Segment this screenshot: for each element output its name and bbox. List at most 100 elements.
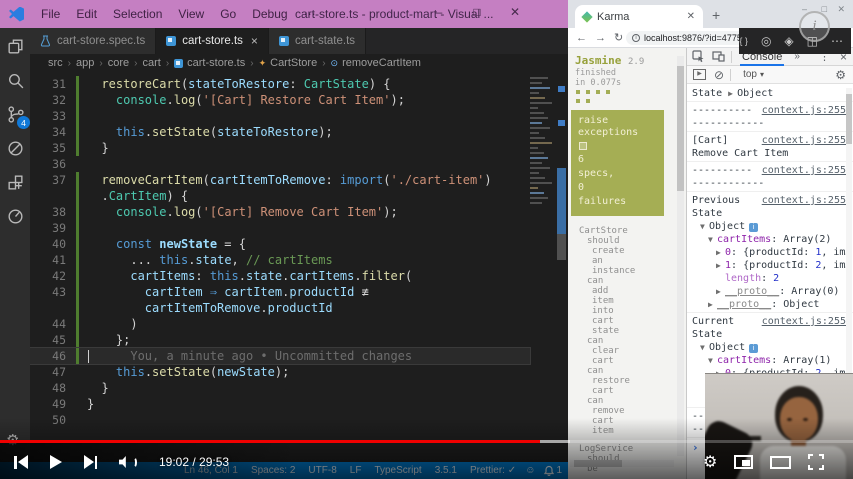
breadcrumb-item[interactable]: core	[108, 57, 129, 69]
breadcrumb-separator: ›	[134, 58, 137, 69]
close-button[interactable]: ✕	[504, 5, 526, 19]
editor-scrollbar[interactable]	[556, 72, 567, 436]
gauge-extension-icon[interactable]	[4, 206, 26, 227]
inspect-icon[interactable]	[692, 50, 705, 63]
status-item[interactable]: LF	[350, 465, 362, 476]
miniplayer-icon[interactable]	[734, 455, 753, 469]
brackets-icon[interactable]: { }	[739, 36, 748, 46]
forward-icon[interactable]: →	[595, 32, 606, 44]
code-editor[interactable]: 31 restoreCart(stateToRestore: CartState…	[30, 76, 530, 428]
feedback-smiley-icon[interactable]: ☺	[525, 465, 535, 476]
activity-bar: 4	[0, 28, 30, 462]
code-line: 43 cartItem ⇒ cartItem.productId ≢	[30, 284, 530, 300]
url-text[interactable]: localhost:9876/?id=47759585	[644, 33, 754, 43]
tree-toggle-arrow[interactable]: ▼	[700, 341, 709, 354]
spec-stats: failures	[578, 196, 657, 208]
browser-tab-karma[interactable]: Karma ✕	[575, 5, 703, 28]
spec-dot	[576, 90, 580, 94]
breadcrumb-item[interactable]: src	[48, 57, 63, 69]
tab-cart-store-spec[interactable]: cart-store.spec.ts	[30, 28, 156, 54]
minimap[interactable]	[528, 74, 554, 430]
console-source-link[interactable]: context.js:255	[762, 104, 846, 117]
tree-toggle-arrow[interactable]: ▶	[716, 246, 725, 259]
line-number: 37	[30, 172, 76, 188]
maximize-button[interactable]: □	[466, 5, 488, 19]
menu-item-edit[interactable]: Edit	[68, 7, 105, 21]
site-info-icon[interactable]: i	[632, 34, 640, 42]
video-info-card-icon[interactable]: i	[799, 11, 830, 42]
tree-toggle-arrow[interactable]: ▶	[716, 259, 725, 272]
debug-icon[interactable]	[4, 138, 26, 159]
line-number: 50	[30, 412, 76, 428]
volume-icon[interactable]	[119, 456, 137, 469]
karma-horizontal-scrollbar[interactable]	[570, 460, 674, 467]
breadcrumb-item[interactable]: app	[76, 57, 94, 69]
previous-video-icon[interactable]	[14, 455, 28, 469]
player-settings-icon[interactable]: ⚙	[703, 452, 717, 472]
back-icon[interactable]: ←	[576, 32, 587, 44]
search-icon[interactable]	[4, 70, 26, 91]
menu-item-view[interactable]: View	[170, 7, 212, 21]
theater-mode-icon[interactable]	[770, 456, 791, 469]
console-source-link[interactable]: context.js:255	[762, 164, 846, 177]
clear-console-icon[interactable]: ⊘	[714, 68, 724, 82]
explorer-icon[interactable]	[4, 36, 26, 57]
line-number: 44	[30, 316, 76, 332]
tree-toggle-arrow[interactable]: ▼	[708, 354, 717, 367]
karma-scrollbar[interactable]	[677, 56, 684, 456]
tab-cart-store[interactable]: cart-store.ts ×	[156, 28, 269, 54]
player-right-controls: ⚙	[703, 452, 824, 472]
console-settings-icon[interactable]: ⚙	[835, 68, 846, 82]
tree-toggle-arrow[interactable]: ▶	[716, 285, 725, 298]
source-control-badge: 4	[17, 116, 30, 129]
status-item[interactable]: Spaces: 2	[251, 465, 295, 476]
tree-toggle-arrow[interactable]: ▶	[708, 298, 717, 311]
breadcrumb-item[interactable]: cart	[142, 57, 160, 69]
raise-exceptions-checkbox[interactable]	[579, 142, 587, 150]
menu-item-selection[interactable]: Selection	[105, 7, 170, 21]
preview-eye-icon[interactable]: ◎	[761, 34, 771, 48]
console-source-link[interactable]: context.js:255	[762, 315, 846, 328]
spec-stats: 6	[578, 154, 657, 166]
menu-item-go[interactable]: Go	[212, 7, 244, 21]
notifications-bell-icon[interactable]: 1	[544, 465, 562, 476]
console-row: ----------context.js:255------------	[687, 102, 853, 132]
extensions-icon[interactable]	[4, 172, 26, 193]
device-toolbar-icon[interactable]	[712, 51, 725, 62]
more-actions-icon[interactable]: ⋯	[831, 34, 843, 48]
menu-item-debug[interactable]: Debug	[244, 7, 295, 21]
source-control-icon[interactable]: 4	[4, 104, 26, 125]
status-item[interactable]: UTF-8	[308, 465, 336, 476]
next-video-icon[interactable]	[84, 455, 98, 469]
karma-finished-label: finished in 0.077s	[575, 68, 621, 88]
tree-toggle-arrow[interactable]: ▼	[700, 220, 709, 233]
console-source-link[interactable]: context.js:255	[762, 194, 846, 207]
tab-close-icon[interactable]: ×	[251, 34, 258, 48]
tab-close-icon[interactable]: ✕	[687, 11, 695, 22]
status-item[interactable]: TypeScript	[374, 465, 421, 476]
context-selector[interactable]: top	[743, 69, 757, 80]
breadcrumb-item[interactable]: removeCartItem	[342, 57, 421, 69]
console-sidebar-icon[interactable]: ▶	[693, 69, 706, 80]
console-source-link[interactable]: context.js:255	[762, 134, 846, 147]
menu-item-file[interactable]: File	[33, 7, 68, 21]
status-item[interactable]: 3.5.1	[435, 465, 457, 476]
run-diamond-icon[interactable]: ◈	[784, 34, 793, 48]
banner-label: exceptions	[578, 127, 657, 139]
tab-cart-state[interactable]: cart-state.ts	[269, 28, 366, 54]
tree-toggle-arrow[interactable]: ▼	[708, 233, 717, 246]
breadcrumb-item[interactable]: CartStore	[270, 57, 317, 69]
browser-close-button[interactable]: ✕	[837, 4, 845, 15]
fullscreen-icon[interactable]	[808, 454, 824, 470]
breadcrumb-separator: ›	[68, 58, 71, 69]
typescript-file-icon	[279, 36, 289, 46]
status-item[interactable]: Prettier: ✓	[470, 465, 516, 476]
new-tab-button[interactable]: +	[712, 7, 720, 23]
reload-icon[interactable]: ↻	[614, 31, 623, 44]
minimize-button[interactable]: –	[428, 5, 450, 19]
breadcrumb-item[interactable]: cart-store.ts	[187, 57, 245, 69]
code-line: 50	[30, 412, 530, 428]
breadcrumb-separator: ›	[250, 58, 253, 69]
play-icon[interactable]	[50, 455, 62, 469]
typescript-file-icon	[174, 59, 183, 68]
